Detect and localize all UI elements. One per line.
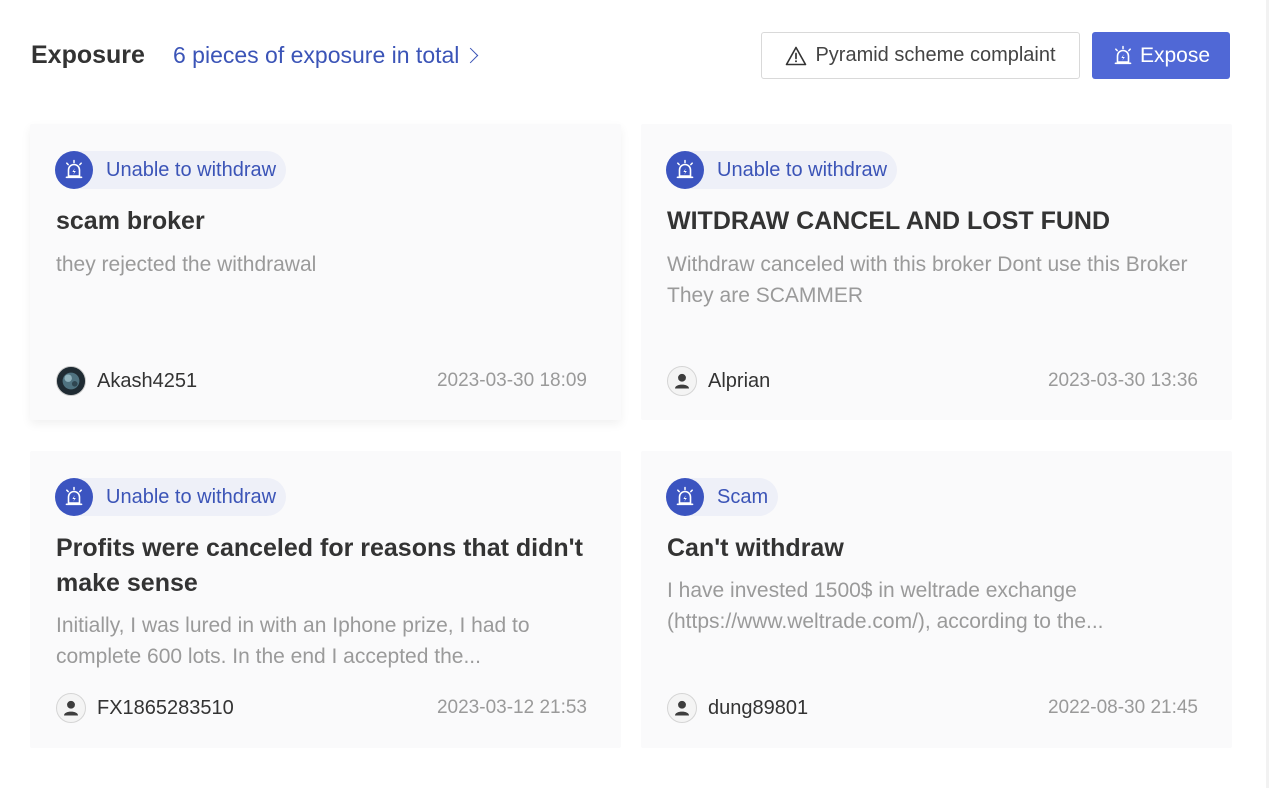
card-footer: Akash4251 2023-03-30 18:09 [56, 365, 587, 397]
card-title[interactable]: scam broker [56, 204, 596, 239]
warning-triangle-icon [786, 46, 807, 65]
card-description: Initially, I was lured in with an Iphone… [56, 614, 530, 668]
category-tag: Unable to withdraw [55, 478, 287, 516]
author[interactable]: Alprian [667, 366, 770, 396]
exposure-section: Exposure 6 pieces of exposure in total P… [0, 0, 1266, 788]
author-name: Akash4251 [97, 369, 198, 392]
default-user-avatar-icon [667, 693, 697, 723]
alarm-siren-icon [1114, 45, 1132, 64]
pyramid-scheme-complaint-button[interactable]: Pyramid scheme complaint [761, 32, 1080, 79]
category-tag-label: Unable to withdraw [106, 159, 277, 181]
author-name: dung89801 [708, 696, 809, 719]
author[interactable]: dung89801 [667, 693, 808, 723]
post-date: 2022-08-30 21:45 [1047, 697, 1198, 718]
card-description: I have invested 1500$ in weltrade exchan… [667, 579, 1104, 633]
exposure-header: Exposure 6 pieces of exposure in total P… [30, 30, 1230, 80]
alarm-siren-icon [666, 478, 704, 516]
section-title: Exposure [31, 41, 145, 69]
post-date: 2023-03-12 21:53 [436, 697, 587, 718]
card-description: Withdraw canceled with this broker Dont … [667, 253, 1188, 307]
default-user-avatar-icon [56, 693, 86, 723]
card-footer: dung89801 2022-08-30 21:45 [667, 692, 1198, 724]
avatar [56, 366, 86, 396]
author[interactable]: FX1865283510 [56, 693, 234, 723]
alarm-siren-icon [666, 151, 704, 189]
category-tag: Scam [666, 478, 779, 516]
alarm-siren-icon [55, 478, 93, 516]
chevron-right-icon [463, 47, 479, 64]
card-title[interactable]: Profits were canceled for reasons that d… [56, 531, 596, 601]
exposure-count-link[interactable]: 6 pieces of exposure in total [173, 40, 479, 70]
default-user-avatar-icon [667, 366, 697, 396]
post-date: 2023-03-30 13:36 [1047, 370, 1198, 391]
category-tag-label: Scam [717, 486, 769, 508]
alarm-siren-icon [55, 151, 93, 189]
card-footer: Alprian 2023-03-30 13:36 [667, 365, 1198, 397]
post-date: 2023-03-30 18:09 [436, 370, 587, 391]
category-tag: Unable to withdraw [666, 151, 898, 189]
expose-button[interactable]: Expose [1092, 32, 1230, 79]
category-tag: Unable to withdraw [55, 151, 287, 189]
author-name: Alprian [708, 369, 771, 392]
exposure-count-label: 6 pieces of exposure in total [173, 42, 460, 68]
exposure-card[interactable]: Unable to withdraw Profits were canceled… [30, 451, 621, 748]
exposure-card[interactable]: Scam Can't withdraw I have invested 1500… [641, 451, 1232, 748]
card-description: they rejected the withdrawal [56, 253, 317, 276]
card-title[interactable]: Can't withdraw [667, 531, 1207, 566]
category-tag-label: Unable to withdraw [106, 486, 277, 508]
complaint-button-label: Pyramid scheme complaint [815, 44, 1056, 66]
exposure-card[interactable]: Unable to withdraw scam broker they reje… [30, 124, 621, 420]
expose-button-label: Expose [1139, 43, 1211, 67]
card-title[interactable]: WITDRAW CANCEL AND LOST FUND [667, 204, 1207, 239]
author-name: FX1865283510 [97, 696, 234, 719]
author[interactable]: Akash4251 [56, 366, 197, 396]
exposure-card[interactable]: Unable to withdraw WITDRAW CANCEL AND LO… [641, 124, 1232, 420]
category-tag-label: Unable to withdraw [717, 159, 888, 181]
card-footer: FX1865283510 2023-03-12 21:53 [56, 692, 587, 724]
